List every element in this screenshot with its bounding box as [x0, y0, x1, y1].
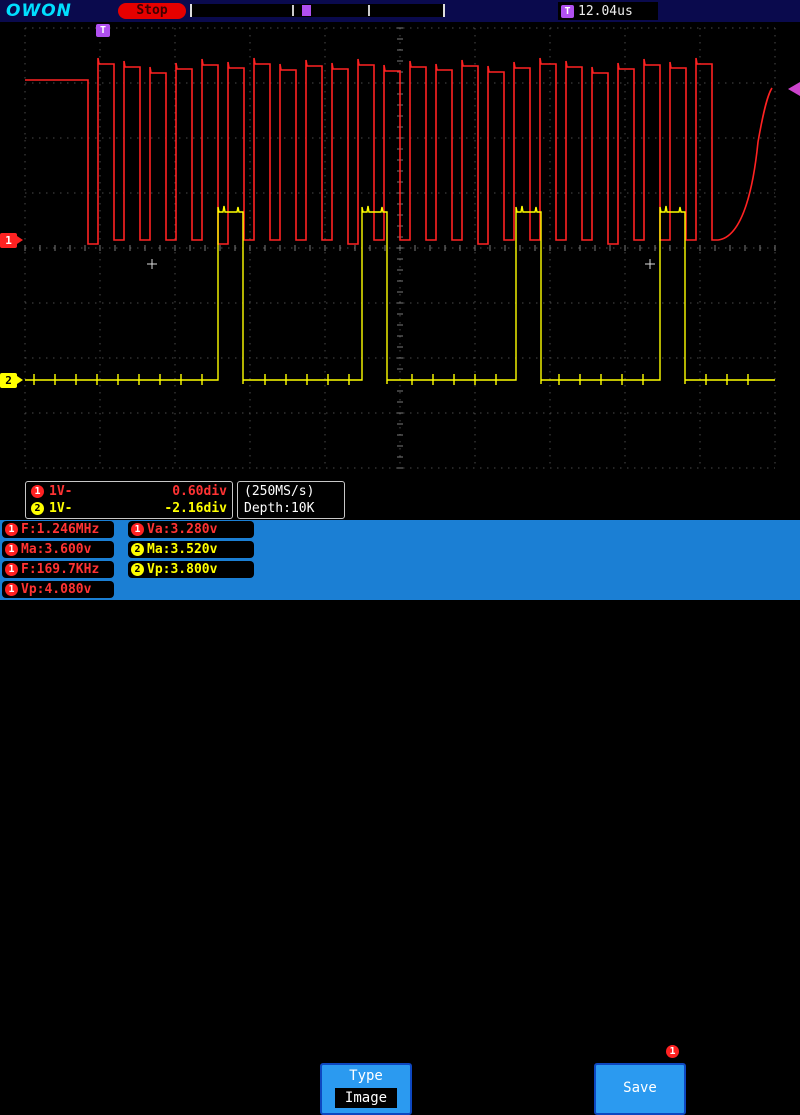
channel-badge: 1	[5, 563, 18, 576]
channel2-offset: -2.16div	[164, 501, 227, 516]
memory-bar-right-tick	[443, 4, 445, 17]
memory-trigger-marker	[302, 5, 311, 16]
falling-edge-icon	[683, 1042, 699, 1061]
trigger-t-icon: T	[561, 4, 574, 18]
oscilloscope-screen: OWON Stop T 12.04us T 1 2 1 1V- 0.60div …	[0, 0, 800, 1115]
channel1-scale: 1V-	[49, 484, 73, 499]
timebase-readout: M:2.0us	[330, 1041, 390, 1057]
acquisition-info-box: (250MS/s) Depth:10K	[237, 481, 345, 519]
channel2-info-row: 2 1V- -2.16div	[31, 500, 227, 517]
channel-badge: 1	[5, 583, 18, 596]
save-button[interactable]: Save	[594, 1063, 686, 1115]
waveform-display: T 1 2	[0, 22, 800, 480]
top-bar: OWON Stop T 12.04us	[0, 0, 800, 22]
channel-badge: 2	[131, 543, 144, 556]
channel1-marker[interactable]: 1	[0, 233, 23, 248]
measurement-list: 1 F:1.246MHz 1 Va:3.280v 1 Ma:3.600v 2 M…	[2, 521, 254, 601]
channel2-badge: 2	[31, 502, 44, 515]
sample-rate: (250MS/s)	[244, 484, 315, 499]
scope-grid-and-waveforms	[24, 27, 776, 469]
stop-button[interactable]: Stop	[118, 3, 186, 19]
measurement-value: F:1.246MHz	[21, 522, 100, 537]
measurement-value: Va:3.280v	[147, 522, 218, 537]
channel-badge: 1	[5, 523, 18, 536]
channel1-info-row: 1 1V- 0.60div	[31, 483, 227, 500]
type-button-label: Type	[349, 1068, 383, 1084]
channel1-offset: 0.60div	[172, 484, 227, 499]
measurement-pill: 2 Ma:3.520v	[128, 541, 254, 558]
channel2-marker[interactable]: 2	[0, 373, 23, 388]
trigger-horizontal-position-marker[interactable]: T	[96, 24, 110, 37]
bottom-bar: 1 F:1.246MHz 1 Va:3.280v 1 Ma:3.600v 2 M…	[0, 520, 800, 1115]
measurement-pill: 1 F:1.246MHz	[2, 521, 114, 538]
memory-window-right-tick	[368, 5, 370, 16]
measurement-value: F:169.7KHz	[21, 562, 100, 577]
channel-badge: 1	[131, 523, 144, 536]
trigger-level-readout: 1 2.84V	[666, 1042, 745, 1061]
owon-logo: OWON	[6, 1, 72, 21]
memory-bar-left-tick	[190, 4, 192, 17]
channel-badge: 1	[5, 543, 18, 556]
channel-info-box: 1 1V- 0.60div 2 1V- -2.16div	[25, 481, 233, 519]
memory-position-bar	[190, 4, 445, 17]
channel1-badge: 1	[31, 485, 44, 498]
memory-depth: Depth:10K	[244, 501, 315, 516]
channel2-scale: 1V-	[49, 501, 73, 516]
type-button[interactable]: Type Image	[320, 1063, 412, 1115]
trigger-level-arrow-icon[interactable]	[781, 82, 800, 96]
measurement-pill: 1 Ma:3.600v	[2, 541, 114, 558]
measurement-value: Vp:4.080v	[21, 582, 92, 597]
measurement-value: Vp:3.800v	[147, 562, 218, 577]
measurement-pill: 2 Vp:3.800v	[128, 561, 254, 578]
memory-window-left-tick	[292, 5, 294, 16]
trigger-level-value: 2.84V	[703, 1043, 746, 1060]
channel-badge: 2	[131, 563, 144, 576]
measurement-pill: 1 Va:3.280v	[128, 521, 254, 538]
type-button-value: Image	[335, 1088, 397, 1108]
trigger-time: 12.04us	[578, 3, 633, 19]
measurement-value: Ma:3.520v	[147, 542, 218, 557]
trigger-channel-badge: 1	[666, 1045, 679, 1058]
measurement-pill: 1 F:169.7KHz	[2, 561, 114, 578]
measurement-value: Ma:3.600v	[21, 542, 92, 557]
trigger-position-readout: T 12.04us	[558, 2, 658, 20]
measurement-pill: 1 Vp:4.080v	[2, 581, 114, 598]
